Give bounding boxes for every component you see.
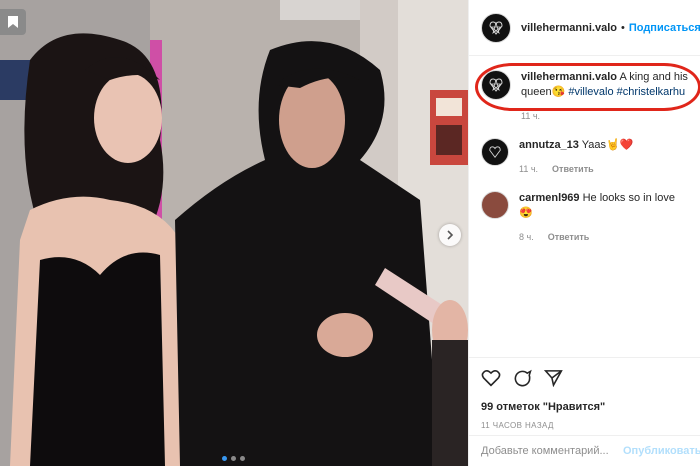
comment-icon[interactable] xyxy=(513,369,532,388)
comment-text: Yaas🤘❤️ xyxy=(581,139,634,151)
post-timestamp: 11 ЧАСОВ НАЗАД xyxy=(481,421,554,430)
heart-icon[interactable] xyxy=(481,369,501,387)
reply-button[interactable]: Ответить xyxy=(552,164,594,174)
avatar[interactable] xyxy=(481,138,509,166)
action-icons xyxy=(481,367,688,389)
post-header: villehermanni.valo • Подписаться xyxy=(469,0,700,56)
comment-text: He looks so in love xyxy=(582,192,675,204)
carousel-dot xyxy=(240,456,245,461)
reply-button[interactable]: Ответить xyxy=(548,232,590,242)
publish-button[interactable]: Опубликовать xyxy=(623,445,700,457)
header-username[interactable]: villehermanni.valo xyxy=(521,22,617,34)
follow-button[interactable]: Подписаться xyxy=(629,22,700,34)
comment-time: 11 ч. xyxy=(519,164,539,174)
comment-meta: 11 ч. Ответить xyxy=(519,162,688,177)
caption: villehermanni.valo A king and his queen😘… xyxy=(469,56,700,124)
avatar[interactable] xyxy=(481,12,511,43)
comment: annutza_13 Yaas🤘❤️ 11 ч. Ответить xyxy=(469,124,700,177)
comment-username[interactable]: carmenl969 xyxy=(519,192,580,204)
comment-meta: 8 ч. Ответить xyxy=(519,230,688,245)
highlight-circle xyxy=(475,63,700,111)
header-separator: • xyxy=(620,21,625,34)
comments-list: villehermanni.valo A king and his queen😘… xyxy=(469,56,700,356)
carousel-dot xyxy=(222,456,227,461)
bookmark-icon xyxy=(8,16,18,28)
post-panel: villehermanni.valo • Подписаться villehe… xyxy=(468,0,700,466)
photo-illustration xyxy=(0,0,468,466)
add-comment-bar: Опубликовать xyxy=(469,435,700,466)
next-photo-button[interactable] xyxy=(439,224,461,246)
comment-emoji: 😍 xyxy=(519,207,533,219)
comment-username[interactable]: annutza_13 xyxy=(519,139,579,151)
chevron-right-icon xyxy=(447,230,454,240)
avatar[interactable] xyxy=(481,191,509,219)
comment-input[interactable] xyxy=(481,445,623,457)
heartagram-icon xyxy=(489,146,501,158)
post-actions: 99 отметок "Нравится" 11 ЧАСОВ НАЗАД xyxy=(469,357,700,430)
likes-count[interactable]: 99 отметок "Нравится" xyxy=(481,401,688,413)
save-tab[interactable] xyxy=(0,9,26,35)
comment: carmenl969 He looks so in love 😍 8 ч. Отв… xyxy=(469,177,700,245)
carousel-dots xyxy=(222,456,245,461)
post-photo[interactable] xyxy=(0,0,468,466)
share-icon[interactable] xyxy=(544,369,563,387)
heartagram-icon xyxy=(489,20,503,35)
carousel-dot xyxy=(231,456,236,461)
comment-time: 8 ч. xyxy=(519,232,534,242)
caption-time: 11 ч. xyxy=(521,111,541,121)
